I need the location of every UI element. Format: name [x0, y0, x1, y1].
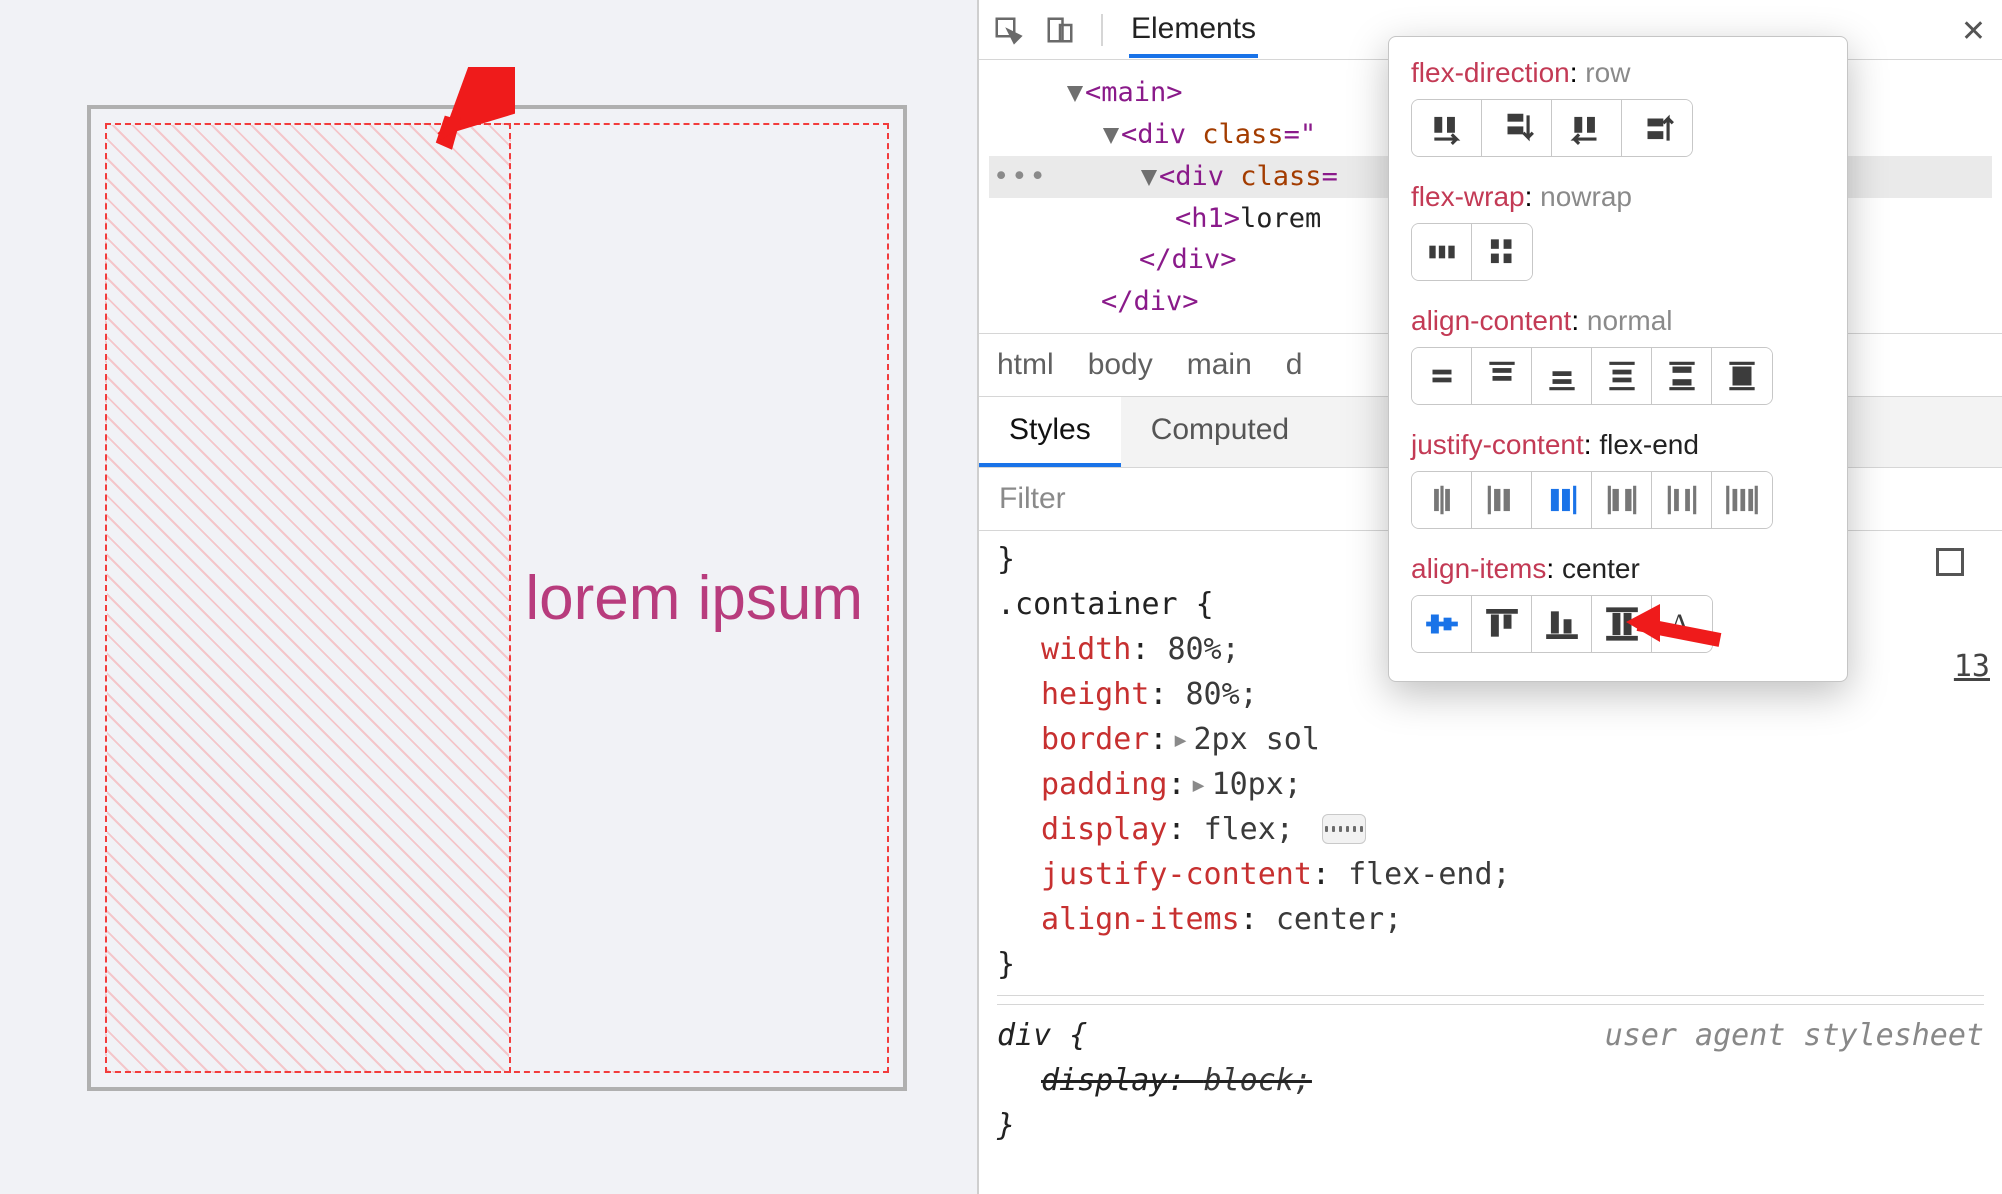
justify-content-start[interactable]: [1472, 472, 1532, 528]
hov-button[interactable]: [1936, 548, 1964, 576]
close-icon[interactable]: ✕: [1961, 14, 1986, 49]
align-content-space-around[interactable]: [1592, 348, 1652, 404]
flex-direction-row[interactable]: [1412, 100, 1482, 156]
flex-direction-row-reverse[interactable]: [1552, 100, 1622, 156]
tab-computed[interactable]: Computed: [1121, 397, 1319, 467]
section-flex-direction: flex-direction: row: [1411, 57, 1825, 157]
align-items-center[interactable]: [1412, 596, 1472, 652]
tab-elements[interactable]: Elements: [1129, 2, 1258, 58]
separator: [1101, 14, 1103, 46]
flex-free-space: [105, 123, 511, 1073]
align-content-stretch[interactable]: [1712, 348, 1772, 404]
flex-direction-column-reverse[interactable]: [1622, 100, 1692, 156]
annotation-arrow-1: [425, 67, 515, 157]
justify-content-space-evenly[interactable]: [1712, 472, 1772, 528]
justify-content-space-between[interactable]: [1592, 472, 1652, 528]
align-items-start[interactable]: [1472, 596, 1532, 652]
align-content-space-between[interactable]: [1652, 348, 1712, 404]
device-toggle-icon[interactable]: [1045, 15, 1075, 45]
source-line-link[interactable]: 13: [1954, 649, 1990, 684]
flex-editor-popover: flex-direction: row flex-wrap: nowrap al…: [1388, 36, 1848, 682]
crumb-div[interactable]: d: [1286, 348, 1303, 382]
flex-wrap-wrap[interactable]: [1472, 224, 1532, 280]
flex-editor-icon[interactable]: [1322, 814, 1366, 844]
align-items-end[interactable]: [1532, 596, 1592, 652]
app-root: lorem ipsum Elements ✕ ▼<main: [0, 0, 2002, 1194]
align-content-end[interactable]: [1532, 348, 1592, 404]
rendered-preview: lorem ipsum: [0, 0, 977, 1194]
crumb-html[interactable]: html: [997, 348, 1054, 382]
section-justify-content: justify-content: flex-end: [1411, 429, 1825, 529]
heading-text: lorem ipsum: [525, 563, 863, 634]
section-align-items: align-items: center A: [1411, 553, 1825, 653]
justify-content-end[interactable]: [1532, 472, 1592, 528]
justify-content-center[interactable]: [1412, 472, 1472, 528]
ua-label: user agent stylesheet: [1605, 1013, 1984, 1058]
container-box[interactable]: lorem ipsum: [87, 105, 907, 1091]
section-flex-wrap: flex-wrap: nowrap: [1411, 181, 1825, 281]
filter-placeholder: Filter: [999, 482, 1066, 516]
crumb-main[interactable]: main: [1187, 348, 1252, 382]
annotation-arrow-2: [1620, 590, 1730, 660]
tab-styles[interactable]: Styles: [979, 397, 1121, 467]
align-content-center[interactable]: [1412, 348, 1472, 404]
flex-wrap-nowrap[interactable]: [1412, 224, 1472, 280]
inspect-icon[interactable]: [993, 15, 1023, 45]
section-align-content: align-content: normal: [1411, 305, 1825, 405]
justify-content-space-around[interactable]: [1652, 472, 1712, 528]
crumb-body[interactable]: body: [1088, 348, 1153, 382]
align-content-start[interactable]: [1472, 348, 1532, 404]
flex-direction-column[interactable]: [1482, 100, 1552, 156]
